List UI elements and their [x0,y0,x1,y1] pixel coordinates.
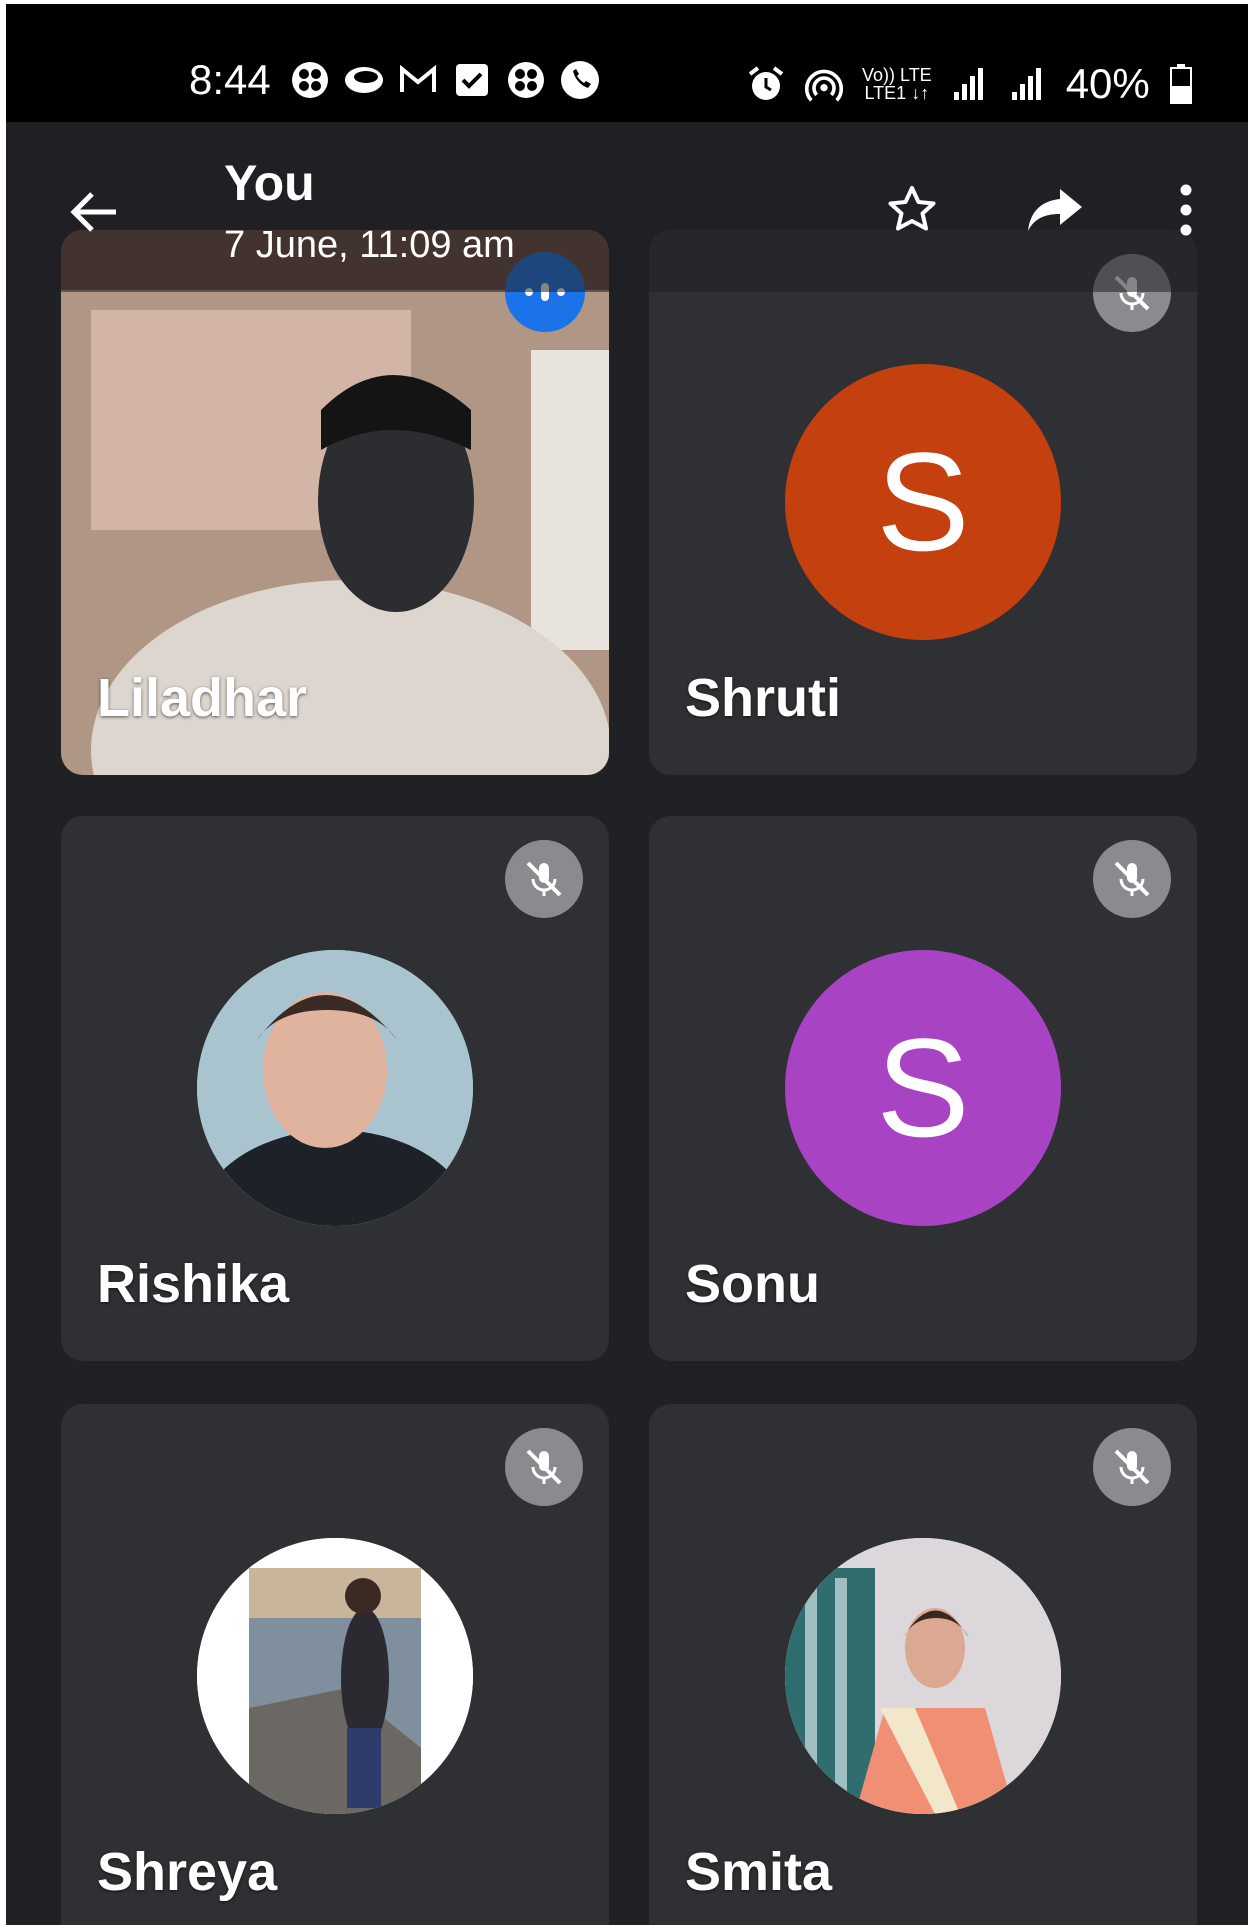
participant-name: Sonu [685,1254,820,1314]
avatar [197,1538,473,1814]
message-icon [344,60,384,100]
avatar-photo [785,1538,1061,1814]
network-icon [506,60,546,100]
network-type: Vo)) LTE LTE1 ↓↑ [862,66,932,102]
participant-name: Liladhar [97,668,308,728]
network-type-bottom: LTE1 ↓↑ [864,83,930,103]
meet-recording-screen: 8:44 Vo)) LTE LTE1 ↓↑ 40% Liladhar S Shr… [6,4,1248,1925]
participant-tile[interactable]: S Sonu [649,816,1197,1361]
phone-icon [560,60,600,100]
avatar-letter: S [876,423,970,580]
star-icon[interactable] [882,180,942,240]
system-icons: Vo)) LTE LTE1 ↓↑ 40% [746,60,1194,108]
avatar-photo [197,950,473,1226]
notification-icons [290,60,600,100]
more-options-icon[interactable] [1156,180,1216,240]
share-icon[interactable] [1026,180,1086,240]
mic-off-icon [1093,840,1171,918]
battery-icon [1168,64,1194,104]
page-subtitle: 7 June, 11:09 am [224,224,515,266]
status-bar: 8:44 Vo)) LTE LTE1 ↓↑ 40% [6,4,1248,122]
avatar [197,950,473,1226]
participant-tile[interactable]: Rishika [61,816,609,1361]
mic-off-icon [505,1428,583,1506]
participant-name: Shruti [685,668,841,728]
avatar-photo [197,1538,473,1814]
back-arrow-icon[interactable] [66,184,122,240]
participant-tile[interactable]: Smita [649,1404,1197,1925]
participant-tile[interactable]: Shreya [61,1404,609,1925]
avatar: S [785,364,1061,640]
signal-icon [950,64,990,104]
hotspot-icon [804,64,844,104]
avatar-letter: S [876,1009,970,1166]
signal-icon [1008,64,1048,104]
participant-tile[interactable]: Liladhar [61,230,609,775]
participant-name: Rishika [97,1254,290,1314]
network-icon [290,60,330,100]
avatar [785,1538,1061,1814]
participant-tile[interactable]: S Shruti [649,230,1197,775]
avatar: S [785,950,1061,1226]
app-bar: You 7 June, 11:09 am [6,122,1248,292]
participant-name: Smita [685,1842,833,1902]
alarm-icon [746,64,786,104]
mic-off-icon [505,840,583,918]
gmail-icon [398,60,438,100]
network-type-top: Vo)) LTE [862,65,932,85]
task-check-icon [452,60,492,100]
page-title: You [224,155,315,211]
participant-name: Shreya [97,1842,278,1902]
battery-percent: 40% [1065,60,1150,107]
mic-off-icon [1093,1428,1171,1506]
status-time: 8:44 [189,56,271,103]
